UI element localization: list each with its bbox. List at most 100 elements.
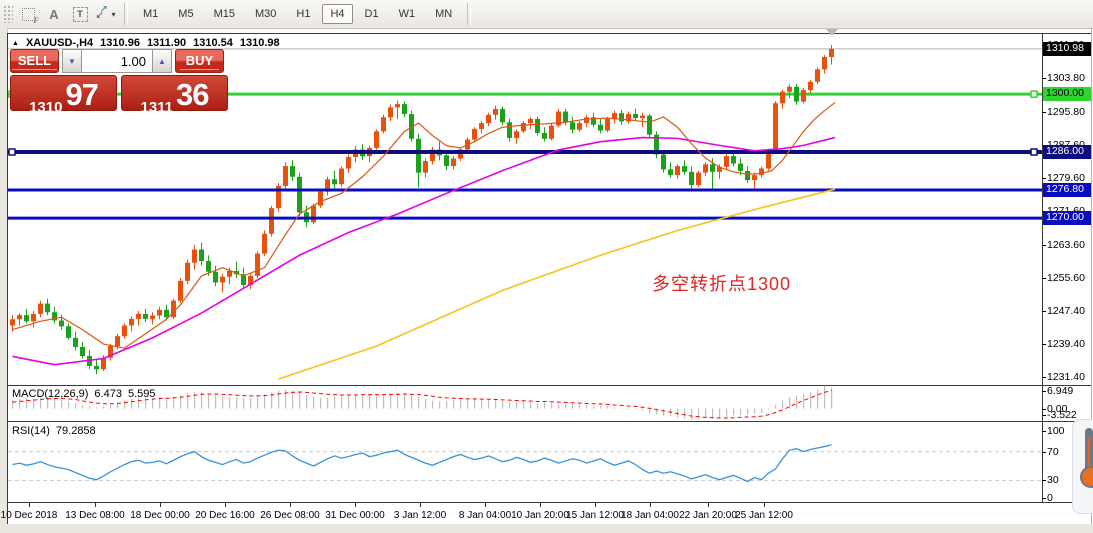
- axis-tick: [1042, 480, 1046, 481]
- macd-histogram-bar: [712, 409, 713, 418]
- macd-histogram-bar: [810, 392, 811, 409]
- timeframe-button-w1[interactable]: W1: [391, 4, 424, 24]
- ask-price-main: 1311: [140, 99, 173, 116]
- macd-histogram-bar: [740, 409, 741, 415]
- candle-body: [640, 116, 645, 118]
- macd-histogram-bar: [236, 397, 237, 408]
- line-handle[interactable]: [1031, 149, 1037, 155]
- timeframe-button-h1[interactable]: H1: [288, 4, 318, 24]
- candle-body: [269, 208, 274, 234]
- macd-histogram-bar: [488, 400, 489, 409]
- candle-body: [773, 103, 778, 151]
- rsi-label: RSI(14) 79.2858: [12, 425, 96, 437]
- indicator-window-icon[interactable]: F: [18, 4, 38, 24]
- candle-body: [808, 82, 813, 90]
- bid-quote-button[interactable]: 1310 97: [10, 75, 117, 111]
- time-label: 20 Dec 16:00: [195, 510, 255, 521]
- timeframe-button-d1[interactable]: D1: [357, 4, 387, 24]
- volume-increase-button[interactable]: ▲: [152, 49, 172, 73]
- rsi-axis-label: 0: [1047, 492, 1053, 504]
- candle-body: [682, 166, 687, 172]
- bottom-strip: [0, 524, 1093, 533]
- macd-histogram-bar: [131, 399, 132, 408]
- time-label: 18 Dec 00:00: [130, 510, 190, 521]
- macd-histogram-bar: [12, 400, 13, 409]
- candle-body: [479, 123, 484, 129]
- buy-button[interactable]: BUY: [175, 49, 224, 73]
- candle-body: [528, 119, 533, 123]
- macd-histogram-bar: [530, 402, 531, 408]
- ask-quote-button[interactable]: 1311 36: [121, 75, 228, 111]
- macd-histogram-bar: [320, 398, 321, 409]
- candle-body: [31, 314, 36, 321]
- macd-histogram-bar: [509, 402, 510, 408]
- time-tick: [595, 503, 596, 507]
- macd-histogram-bar: [593, 406, 594, 409]
- chart-shift-marker-icon: [826, 29, 838, 36]
- timeframe-button-m30[interactable]: M30: [247, 4, 284, 24]
- line-handle[interactable]: [1031, 91, 1037, 97]
- sell-button[interactable]: SELL: [10, 49, 59, 73]
- macd-histogram-bar: [544, 402, 545, 408]
- macd-histogram-bar: [586, 405, 587, 409]
- axis-tick: [1042, 377, 1046, 378]
- time-tick: [95, 503, 96, 507]
- time-label: 31 Dec 00:00: [325, 510, 385, 521]
- macd-histogram-bar: [747, 409, 748, 415]
- macd-pane[interactable]: [8, 386, 1042, 420]
- time-axis[interactable]: 10 Dec 201813 Dec 08:0018 Dec 00:0020 De…: [8, 503, 1042, 524]
- macd-histogram-bar: [537, 403, 538, 409]
- ohlc-low: 1310.54: [193, 37, 233, 49]
- price-tick-label: 1247.40: [1047, 305, 1085, 317]
- candle-body: [10, 319, 15, 325]
- toolbar-separator: [467, 3, 471, 25]
- volume-decrease-button[interactable]: ▼: [62, 49, 82, 73]
- macd-axis-label: 6.949: [1047, 385, 1073, 397]
- candle-body: [213, 272, 218, 283]
- indicator-window-glyph: F: [22, 8, 35, 21]
- macd-histogram-bar: [628, 407, 629, 408]
- time-label: 13 Dec 08:00: [65, 510, 125, 521]
- timeframe-button-m1[interactable]: M1: [135, 4, 166, 24]
- chevron-down-icon[interactable]: ▾: [111, 10, 115, 19]
- toolbar-grip[interactable]: [3, 5, 13, 23]
- text-box-icon[interactable]: T: [70, 4, 90, 24]
- timeframe-button-m5[interactable]: M5: [170, 4, 201, 24]
- draw-arrows-glyph: ↗↙: [96, 7, 110, 21]
- macd-histogram-bar: [299, 393, 300, 409]
- candle-body: [703, 164, 708, 172]
- macd-name: MACD(12,26,9): [12, 388, 88, 400]
- price-tick-label: 1239.40: [1047, 338, 1085, 350]
- macd-histogram-bar: [222, 396, 223, 408]
- candle-body: [388, 107, 393, 117]
- macd-histogram-bar: [341, 396, 342, 408]
- candle-body: [143, 314, 148, 319]
- candle-body: [185, 263, 190, 281]
- macd-histogram-bar: [432, 401, 433, 409]
- timeframe-button-m15[interactable]: M15: [206, 4, 243, 24]
- text-label-icon[interactable]: A: [44, 4, 64, 24]
- macd-histogram-bar: [691, 409, 692, 420]
- draw-arrows-icon[interactable]: ↗↙ ▾: [96, 4, 116, 24]
- candle-body: [493, 109, 498, 115]
- candle-body: [164, 310, 169, 317]
- macd-histogram-bar: [376, 395, 377, 409]
- macd-histogram-bar: [460, 399, 461, 409]
- timeframe-button-h4[interactable]: H4: [322, 4, 352, 24]
- chart-annotation-text[interactable]: 多空转折点1300: [652, 270, 791, 296]
- macd-histogram-bar: [719, 409, 720, 418]
- rsi-axis-label: 30: [1047, 474, 1059, 486]
- rsi-pane[interactable]: [8, 422, 1042, 502]
- thermometer-widget[interactable]: [1072, 419, 1093, 514]
- candle-body: [696, 173, 701, 185]
- text-box-glyph: T: [73, 7, 88, 22]
- volume-input[interactable]: [82, 49, 152, 73]
- collapse-triangle-icon[interactable]: ▲: [12, 40, 19, 47]
- time-label: 3 Jan 12:00: [394, 510, 446, 521]
- line-handle[interactable]: [9, 149, 15, 155]
- time-label: 26 Dec 08:00: [260, 510, 320, 521]
- candle-body: [710, 164, 715, 171]
- macd-histogram-bar: [19, 399, 20, 409]
- timeframe-button-mn[interactable]: MN: [427, 4, 460, 24]
- candle-body: [738, 164, 743, 171]
